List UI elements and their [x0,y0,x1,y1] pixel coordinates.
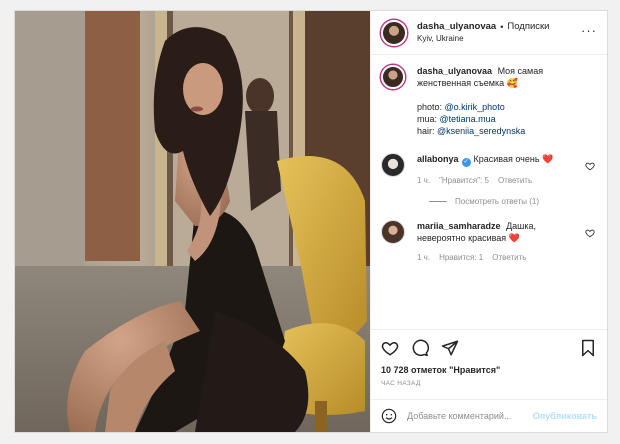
credit-mua: mua: @tetiana.mua [417,113,587,125]
credit-hair: hair: @kseniia_seredynska [417,125,587,137]
instagram-post: dasha_ulyanovaa • Подписки Kyiv, Ukraine… [14,10,608,433]
comment-body: mariia_samharadze Дашка, невероятно крас… [417,220,587,264]
mention-mua[interactable]: @tetiana.mua [440,114,496,124]
view-replies-label: Посмотреть ответы (1) [455,197,540,206]
post-header: dasha_ulyanovaa • Подписки Kyiv, Ukraine… [371,11,607,55]
verified-badge-icon: ✓ [461,158,471,167]
post-side-panel: dasha_ulyanovaa • Подписки Kyiv, Ukraine… [370,11,607,432]
paper-plane-icon[interactable] [441,339,459,357]
more-horizontal-icon[interactable]: ··· [581,24,597,37]
credit-photo-prefix: photo: [417,102,445,112]
commenter-avatar[interactable] [381,220,405,244]
comment-meta: 1 ч. Нравится: 1 Ответить [417,252,587,264]
heart-outline-icon[interactable] [381,339,399,357]
credit-hair-prefix: hair: [417,126,438,136]
location-link[interactable]: Kyiv, Ukraine [417,33,550,45]
commenter-username[interactable]: allabonya [417,154,459,164]
comment-time[interactable]: 1 ч. [417,252,430,264]
author-username[interactable]: dasha_ulyanovaa [417,21,496,33]
smiley-icon[interactable] [381,408,397,424]
comment-meta: 1 ч. "Нравится": 5 Ответить [417,175,587,187]
separator-dot: • [500,21,504,32]
comments-area: dasha_ulyanovaa Моя самая женственная съ… [371,55,607,329]
reply-button[interactable]: Ответить [498,175,532,187]
post-photo[interactable] [15,11,370,432]
caption-username[interactable]: dasha_ulyanovaa [417,66,492,76]
credit-photo: photo: @o.kirik_photo [417,101,587,113]
caption: dasha_ulyanovaa Моя самая женственная съ… [381,65,597,137]
commenter-avatar[interactable] [381,153,405,177]
comment-like-count[interactable]: Нравится: 1 [439,252,483,264]
comment-item: mariia_samharadze Дашка, невероятно крас… [381,220,597,264]
caption-text-1: Моя самая [497,66,544,76]
post-timestamp[interactable]: ЧАС НАЗАД [371,376,607,387]
comment-time[interactable]: 1 ч. [417,175,430,187]
comment-text-1: Дашка, [506,221,537,231]
comment-body: allabonya ✓ Красивая очень ❤️ 1 ч. "Нравит… [417,153,587,187]
likes-count: 10 728 [381,365,409,375]
add-comment-input[interactable] [407,411,533,421]
caption-avatar[interactable] [381,65,405,89]
bookmark-icon[interactable] [579,339,597,357]
caption-text-2: женственная съемка 🥰 [417,78,518,88]
following-button[interactable]: Подписки [507,21,549,33]
reply-button[interactable]: Ответить [492,252,526,264]
comment-heart-icon[interactable] [585,161,595,171]
photo-image [15,11,370,432]
view-replies-button[interactable]: Посмотреть ответы (1) [429,197,597,206]
commenter-username[interactable]: mariia_samharadze [417,221,501,231]
comment-like-count[interactable]: "Нравится": 5 [439,175,489,187]
caption-body: dasha_ulyanovaa Моя самая женственная съ… [417,65,587,137]
add-comment-bar: Опубликовать [371,399,607,432]
publish-button[interactable]: Опубликовать [533,411,597,421]
likes-summary[interactable]: 10 728 отметок "Нравится" [371,365,607,376]
mention-hair[interactable]: @kseniia_seredynska [437,126,525,136]
comment-icon[interactable] [411,339,429,357]
author-avatar[interactable] [381,19,407,46]
caption-gap [417,89,587,101]
comment-item: allabonya ✓ Красивая очень ❤️ 1 ч. "Нравит… [381,153,597,187]
mention-photographer[interactable]: @o.kirik_photo [445,102,505,112]
header-text: dasha_ulyanovaa • Подписки Kyiv, Ukraine [417,21,550,45]
likes-label: отметок "Нравится" [411,365,501,375]
action-bar [371,329,607,365]
credit-mua-prefix: mua: [417,114,440,124]
comment-text-2: невероятно красивая ❤️ [417,233,520,243]
replies-line [429,201,447,202]
comment-text: Красивая очень ❤️ [473,154,554,164]
comment-heart-icon[interactable] [585,228,595,238]
header-line: dasha_ulyanovaa • Подписки [417,21,550,33]
